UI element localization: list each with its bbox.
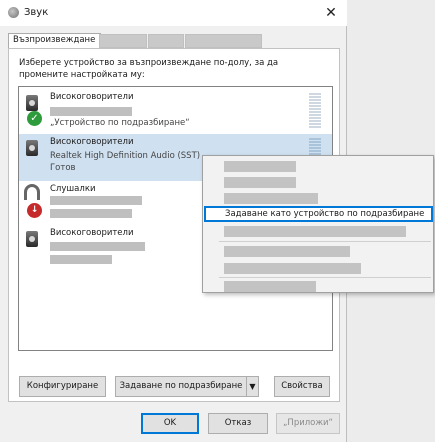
menu-separator — [219, 241, 431, 242]
title-bar: Звук ✕ — [0, 0, 347, 26]
down-arrow-icon: ↓ — [27, 203, 42, 218]
device-status: „Устройство по подразбиране“ — [50, 118, 190, 128]
speaker-icon — [8, 7, 19, 18]
menu-separator — [219, 277, 431, 278]
tab-sounds[interactable] — [148, 34, 184, 48]
volume-meter — [309, 138, 321, 156]
device-name: Високоговорители — [50, 228, 134, 238]
window-title: Звук — [24, 7, 49, 18]
device-name: Високоговорители — [50, 137, 134, 147]
tab-playback[interactable]: Възпроизвеждане — [8, 33, 102, 48]
speaker-icon — [26, 231, 38, 247]
device-description-placeholder — [50, 196, 142, 205]
set-default-button[interactable]: Задаване по подразбиране — [115, 376, 247, 397]
menu-item-placeholder[interactable] — [224, 193, 318, 204]
device-status: Готов — [50, 163, 76, 173]
headphones-icon — [24, 184, 40, 200]
menu-item-placeholder[interactable] — [224, 263, 361, 274]
device-description-placeholder — [50, 107, 132, 116]
device-item[interactable]: ✓ Високоговорители „Устройство по подраз… — [19, 89, 332, 136]
device-name: Слушалки — [50, 184, 96, 194]
device-name: Високоговорители — [50, 92, 134, 102]
menu-item-set-default[interactable]: Задаване като устройство по подразбиране — [204, 206, 433, 222]
configure-button[interactable]: Конфигуриране — [19, 376, 106, 397]
menu-item-placeholder[interactable] — [224, 226, 406, 237]
instructions-text: Изберете устройство за възпроизвеждане п… — [19, 58, 279, 80]
close-button[interactable]: ✕ — [320, 3, 342, 23]
menu-item-placeholder[interactable] — [224, 246, 350, 257]
checkmark-icon: ✓ — [27, 111, 42, 126]
tab-communications[interactable] — [185, 34, 262, 48]
device-driver: Realtek High Definition Audio (SST) — [50, 151, 201, 161]
ok-button[interactable]: OK — [141, 413, 199, 434]
speaker-icon — [26, 140, 38, 156]
context-menu: Задаване като устройство по подразбиране — [202, 155, 434, 293]
menu-item-placeholder[interactable] — [224, 281, 316, 292]
device-status-placeholder — [50, 209, 132, 218]
device-description-placeholder — [50, 242, 145, 251]
device-status-placeholder — [50, 255, 112, 264]
menu-item-placeholder[interactable] — [224, 177, 296, 188]
cancel-button[interactable]: Отказ — [208, 413, 268, 434]
volume-meter — [309, 93, 321, 129]
menu-item-placeholder[interactable] — [224, 161, 296, 172]
tab-recording[interactable] — [99, 34, 147, 48]
speaker-icon — [26, 95, 38, 111]
apply-button[interactable]: „Приложи“ — [276, 413, 340, 434]
properties-button[interactable]: Свойства — [274, 376, 330, 397]
chevron-down-icon[interactable]: ▼ — [246, 376, 259, 397]
